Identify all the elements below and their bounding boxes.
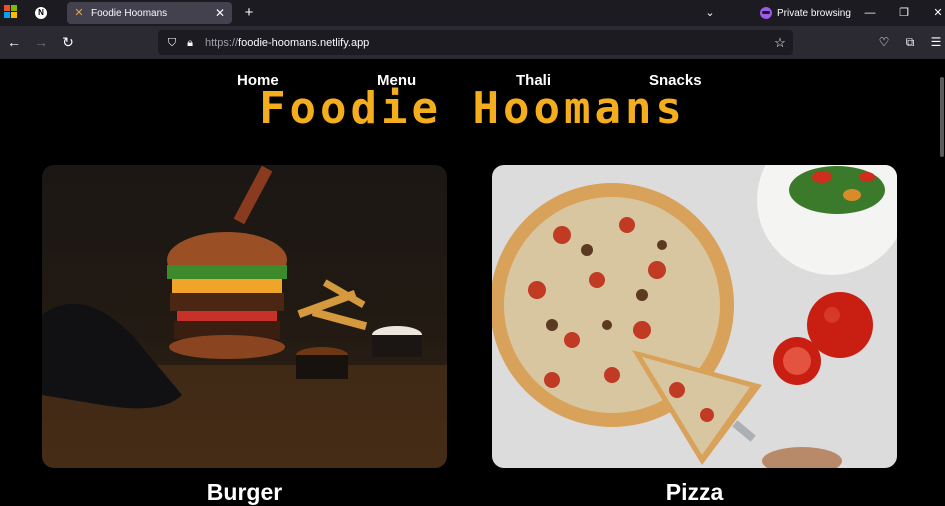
close-window-icon[interactable]: ✕ (929, 4, 945, 22)
address-bar[interactable]: ⛉ 🔒︎ https://foodie-hoomans.netlify.app … (158, 30, 793, 55)
browser-toolbar: ← → ↻ ⛉ 🔒︎ https://foodie-hoomans.netlif… (0, 26, 945, 59)
private-browsing-label: Private browsing (777, 7, 851, 19)
private-mask-icon (760, 7, 772, 19)
browser-tab-strip: N ✕ Foodie Hoomans ✕ + ⌄ Private browsin… (0, 0, 945, 26)
extensions-icon[interactable]: ⧉ (902, 34, 918, 50)
pizza-label: Pizza (665, 479, 724, 505)
back-arrow-icon[interactable]: ← (5, 33, 23, 51)
menu-hamburger-icon[interactable]: ☰ (928, 34, 944, 50)
private-browsing-indicator: Private browsing (760, 4, 851, 22)
tab-title: Foodie Hoomans (91, 7, 168, 19)
close-tab-icon[interactable]: ✕ (212, 5, 228, 21)
pocket-icon[interactable]: ♡ (876, 34, 892, 50)
lock-icon[interactable]: 🔒︎ (183, 36, 197, 50)
burger-image[interactable] (42, 165, 447, 468)
burger-label: Burger (206, 479, 283, 505)
url-protocol: https:// (205, 36, 239, 49)
scrollbar-thumb[interactable] (940, 77, 944, 157)
pinned-tab[interactable]: N (30, 3, 52, 23)
reload-icon[interactable]: ↻ (59, 33, 77, 51)
n-logo-icon: N (35, 7, 47, 19)
active-tab[interactable]: ✕ Foodie Hoomans ✕ (67, 2, 232, 24)
forward-arrow-icon[interactable]: → (32, 33, 50, 51)
shield-icon[interactable]: ⛉ (165, 36, 179, 50)
web-page: Home Menu Thali Snacks Foodie Hoomans Bu… (0, 59, 945, 506)
chevron-down-icon[interactable]: ⌄ (702, 4, 718, 22)
page-scrollbar[interactable] (939, 59, 945, 506)
url-host: foodie-hoomans.netlify.app (238, 36, 370, 49)
new-tab-icon[interactable]: + (240, 4, 258, 22)
pizza-image[interactable] (492, 165, 897, 468)
fork-knife-icon: ✕ (74, 7, 84, 19)
bookmark-star-icon[interactable]: ☆ (772, 35, 788, 51)
minimize-icon[interactable]: — (861, 4, 879, 22)
url-text[interactable]: https://foodie-hoomans.netlify.app (205, 37, 772, 49)
restore-icon[interactable]: ❐ (895, 4, 913, 22)
windows-logo-icon[interactable] (4, 5, 17, 18)
site-title: Foodie Hoomans (259, 83, 686, 134)
